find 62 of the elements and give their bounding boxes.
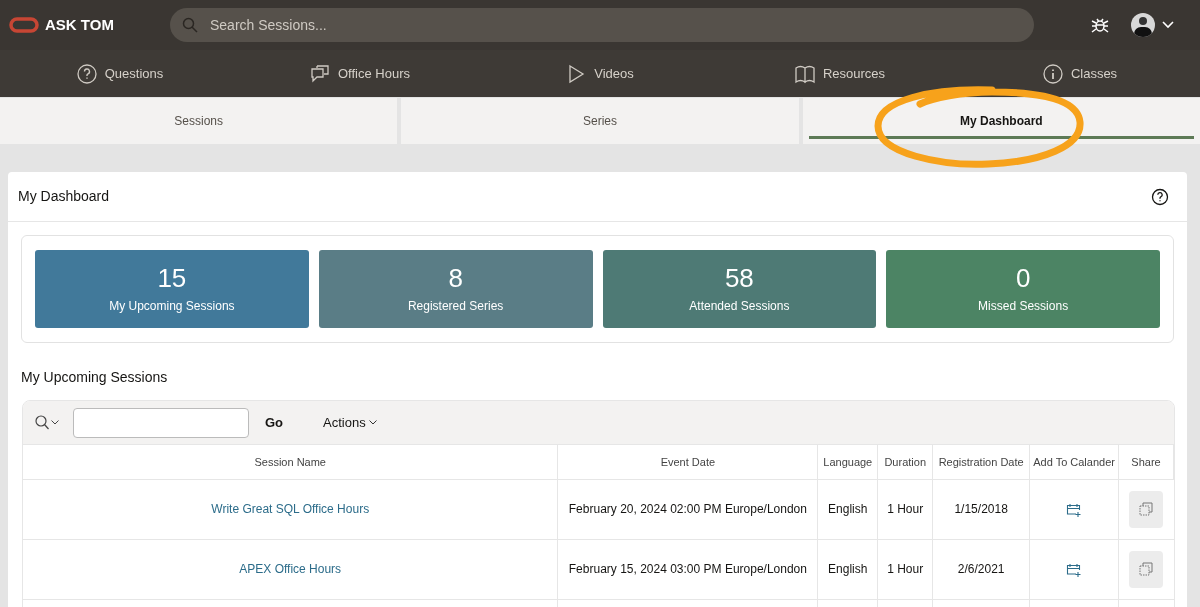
- help-icon[interactable]: [1151, 187, 1169, 206]
- stat-label: Missed Sessions: [978, 298, 1069, 315]
- stat-card[interactable]: 8 Registered Series: [318, 250, 593, 328]
- nav-link[interactable]: Resources: [720, 63, 960, 84]
- logo-text: ASK TOM: [45, 14, 115, 35]
- search-icon: [182, 17, 198, 33]
- stat-value: 0: [1015, 263, 1031, 293]
- speech-bubbles-icon: [310, 63, 330, 84]
- bug-icon[interactable]: [1091, 16, 1109, 34]
- column-header[interactable]: Share: [1118, 445, 1174, 479]
- table-cell: English: [828, 502, 868, 516]
- tab[interactable]: My Dashboard: [802, 98, 1200, 144]
- nav-link[interactable]: Classes: [960, 63, 1200, 84]
- chevron-down-icon: [51, 420, 59, 425]
- search-field[interactable]: [73, 407, 249, 438]
- table-cell: 1 Hour: [887, 562, 924, 576]
- copy-icon: [1139, 502, 1154, 516]
- table-cell: 1/15/2018: [954, 502, 1008, 516]
- region-title: My Upcoming Sessions: [21, 368, 169, 387]
- nav-link[interactable]: Videos: [480, 63, 720, 84]
- go-button[interactable]: Go: [257, 407, 292, 438]
- table-cell: 2/6/2021: [957, 562, 1005, 576]
- tab[interactable]: Sessions: [0, 98, 398, 144]
- stat-label: Attended Sessions: [689, 298, 790, 315]
- chevron-down-icon[interactable]: [1162, 21, 1174, 29]
- table-cell: English: [828, 562, 868, 576]
- region-title: My Dashboard: [18, 187, 110, 206]
- avatar-icon[interactable]: [1131, 13, 1155, 37]
- table-cell: February 20, 2024 02:00 PM Europe/London: [568, 502, 807, 516]
- book-icon: [794, 63, 815, 84]
- nav-link[interactable]: Office Hours: [240, 63, 480, 84]
- stat-card[interactable]: 58 Attended Sessions: [602, 250, 877, 328]
- calendar-add-icon[interactable]: [1066, 562, 1083, 577]
- search-menu-button[interactable]: [35, 415, 59, 430]
- session-link[interactable]: Write Great SQL Office Hours: [211, 502, 370, 516]
- stat-value: 58: [724, 263, 754, 293]
- help-icon: [76, 63, 97, 84]
- stat-label: My Upcoming Sessions: [109, 298, 235, 315]
- stat-value: 8: [448, 263, 463, 293]
- actions-menu-button[interactable]: Actions: [323, 407, 377, 438]
- column-header[interactable]: Event Date: [557, 445, 818, 479]
- table-cell: 1 Hour: [887, 502, 924, 516]
- search-field[interactable]: Search Sessions...: [170, 8, 1034, 42]
- column-header[interactable]: Add To Calander: [1029, 445, 1119, 479]
- stat-label: Registered Series: [407, 298, 504, 315]
- column-header[interactable]: Duration: [877, 445, 933, 479]
- stat-value: 15: [157, 263, 187, 293]
- column-header[interactable]: Session Name: [23, 445, 558, 479]
- logo-icon: [9, 17, 39, 33]
- stat-card[interactable]: 15 My Upcoming Sessions: [35, 250, 309, 328]
- nav-link[interactable]: Questions: [0, 63, 240, 84]
- search-icon: [35, 415, 49, 430]
- column-header[interactable]: Language: [817, 445, 878, 479]
- calendar-add-icon[interactable]: [1066, 502, 1083, 517]
- chevron-down-icon: [368, 420, 377, 425]
- column-header[interactable]: Registration Date: [932, 445, 1030, 479]
- info-icon: [1042, 63, 1063, 84]
- session-link[interactable]: APEX Office Hours: [239, 562, 342, 576]
- tab[interactable]: Series: [401, 98, 799, 144]
- stat-card[interactable]: 0 Missed Sessions: [886, 250, 1160, 328]
- copy-icon: [1139, 562, 1154, 576]
- table-cell: February 15, 2024 03:00 PM Europe/London: [568, 562, 807, 576]
